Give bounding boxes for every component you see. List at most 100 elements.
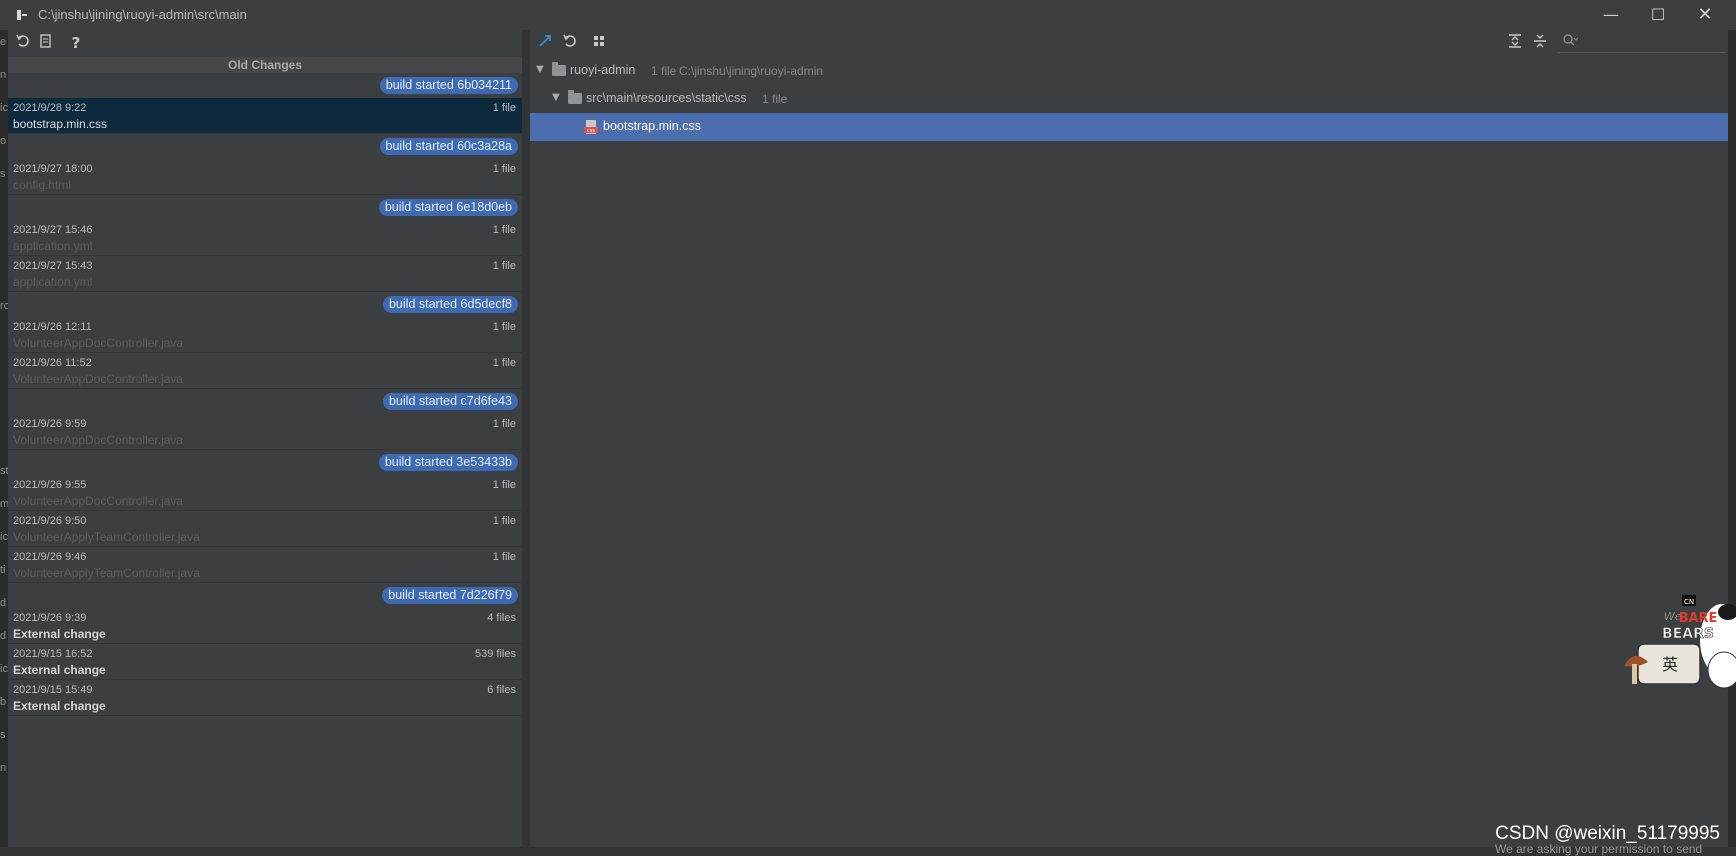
maximize-button[interactable]: ☐ [1643, 4, 1673, 26]
background-strip-char: m [0, 498, 8, 510]
change-file-name: VolunteerAppDocController.java [13, 494, 184, 508]
background-strip-char: d [0, 597, 7, 609]
change-list-item[interactable]: 2021/9/26 11:52 1 file VolunteerAppDocCont… [8, 353, 522, 389]
background-strip-char: ic [0, 102, 8, 114]
change-date: 2021/9/26 9:39 [13, 612, 87, 624]
change-date: 2021/9/15 16:52 [13, 648, 93, 660]
help-icon[interactable]: ? [66, 33, 86, 53]
tree-root-row[interactable]: ▼ ruoyi-admin 1 file C:\jinshu\jining\ru… [530, 57, 1728, 85]
change-file-name: External change [13, 699, 106, 713]
change-file-name: VolunteerApplyTeamController.java [13, 530, 200, 544]
change-list-item[interactable]: 2021/9/28 9:22 1 file bootstrap.min.css [8, 98, 522, 134]
change-list-item[interactable]: 2021/9/26 12:11 1 file VolunteerAppDocCont… [8, 317, 522, 353]
expand-all-icon[interactable] [1505, 33, 1525, 53]
background-strip-char: ro [0, 300, 8, 312]
background-strip-char: s [0, 729, 6, 741]
tree-root-label: ruoyi-admin [570, 63, 636, 77]
show-diff-icon[interactable] [535, 33, 555, 53]
build-marker-row: build started 6b034211 [8, 73, 522, 98]
tree-file-row[interactable]: css bootstrap.min.css [530, 113, 1728, 141]
watermark: CSDN @weixin_51179995 [1495, 823, 1720, 844]
sticker-glyph: 英 [1662, 655, 1678, 674]
app-icon [16, 9, 28, 21]
change-list-item[interactable]: 2021/9/15 15:49 6 files External change [8, 680, 522, 716]
change-file-count: 6 files [487, 684, 516, 696]
change-file-count: 539 files [475, 648, 516, 660]
change-date: 2021/9/27 15:46 [13, 224, 93, 236]
build-marker-row: build started 6d5decf8 [8, 292, 522, 317]
revert-icon[interactable] [560, 33, 580, 53]
change-list-item[interactable]: 2021/9/26 9:59 1 file VolunteerAppDocContr… [8, 414, 522, 450]
css-file-icon: css [584, 120, 598, 134]
change-file-count: 1 file [492, 418, 516, 430]
tree-file-label: bootstrap.min.css [603, 119, 701, 133]
tree-folder-row[interactable]: ▼ src\main\resources\static\css 1 file [530, 85, 1728, 113]
background-strip-char: st [0, 465, 8, 477]
background-strip-char: ic [0, 531, 8, 543]
minimize-button[interactable]: — [1596, 4, 1626, 26]
change-file-count: 4 files [487, 612, 516, 624]
change-file-count: 1 file [492, 163, 516, 175]
change-file-name: VolunteerAppDocController.java [13, 433, 184, 447]
build-marker-row: build started 3e53433b [8, 450, 522, 475]
collapse-all-icon[interactable] [1530, 33, 1550, 53]
background-ide-strip: e n ic o s ro st m ic ti d d ic b s n [0, 30, 8, 856]
sticker-badge: CN [1684, 598, 1694, 606]
background-strip-char: d [0, 630, 7, 642]
old-changes-list: Old Changes build started 6b034211 2021/9… [8, 57, 522, 847]
sticker-bare: BARE [1679, 611, 1718, 626]
background-strip-char: n [0, 762, 7, 774]
old-changes-header: Old Changes [8, 57, 522, 73]
change-file-name: bootstrap.min.css [13, 117, 108, 131]
background-strip-char: b [0, 696, 7, 708]
group-by-icon[interactable] [590, 33, 610, 53]
build-badge: build started 6d5decf8 [382, 296, 518, 313]
background-strip-char: ic [0, 663, 8, 675]
build-marker-row: build started 6e18d0eb [8, 195, 522, 220]
change-date: 2021/9/26 9:46 [13, 551, 87, 563]
chevron-down-icon[interactable]: ▼ [550, 92, 562, 104]
search-input[interactable] [1558, 32, 1726, 53]
background-strip-char: e [0, 36, 7, 48]
change-file-count: 1 file [492, 102, 516, 114]
chevron-down-icon[interactable]: ▼ [534, 64, 546, 76]
window-title: C:\jinshu\jining\ruoyi-admin\src\main [38, 7, 247, 22]
change-file-count: 1 file [492, 551, 516, 563]
change-file-name: External change [13, 663, 106, 677]
background-strip-char: s [0, 168, 6, 180]
panel-splitter[interactable] [522, 30, 530, 856]
change-list-item[interactable]: 2021/9/26 9:46 1 file VolunteerApplyTeamCo… [8, 547, 522, 583]
change-file-count: 1 file [492, 260, 516, 272]
search-icon [1562, 33, 1579, 51]
tree-root-path: C:\jinshu\jining\ruoyi-admin [679, 64, 824, 78]
change-list-item[interactable]: 2021/9/27 15:43 1 file application.yml [8, 256, 522, 292]
change-list-item[interactable]: 2021/9/27 15:46 1 file application.yml [8, 220, 522, 256]
build-badge: build started 60c3a28a [379, 138, 518, 155]
change-file-name: External change [13, 627, 106, 641]
change-date: 2021/9/26 12:11 [13, 321, 92, 333]
background-strip-char: n [0, 69, 7, 81]
tree-folder-count: 1 file [762, 92, 788, 106]
close-button[interactable]: ✕ [1690, 4, 1720, 26]
change-list-item[interactable]: 2021/9/27 18:00 1 file config.html [8, 159, 522, 195]
build-marker-row: build started 7d226f79 [8, 583, 522, 608]
left-toolbar: ? [8, 30, 522, 57]
tree-root-count: 1 file [651, 64, 677, 78]
patch-icon[interactable] [36, 33, 56, 53]
change-date: 2021/9/27 18:00 [13, 163, 93, 175]
change-date: 2021/9/26 9:59 [13, 418, 87, 430]
module-folder-icon [552, 62, 566, 76]
change-file-name: application.yml [13, 275, 93, 289]
change-list-item[interactable]: 2021/9/26 9:39 4 files External change [8, 608, 522, 644]
change-date: 2021/9/27 15:43 [13, 260, 93, 272]
background-ide-edge [1728, 30, 1736, 856]
build-badge: build started 6b034211 [379, 77, 518, 94]
change-list-item[interactable]: 2021/9/26 9:50 1 file VolunteerApplyTeamCo… [8, 511, 522, 547]
background-strip-char: o [0, 135, 7, 147]
build-badge: build started c7d6fe43 [382, 393, 518, 410]
change-list-item[interactable]: 2021/9/26 9:55 1 file VolunteerAppDocContr… [8, 475, 522, 511]
change-file-name: VolunteerAppDocController.java [13, 372, 184, 386]
change-date: 2021/9/28 9:22 [13, 102, 87, 114]
change-list-item[interactable]: 2021/9/15 16:52 539 files External change [8, 644, 522, 680]
revert-icon[interactable] [13, 33, 33, 53]
